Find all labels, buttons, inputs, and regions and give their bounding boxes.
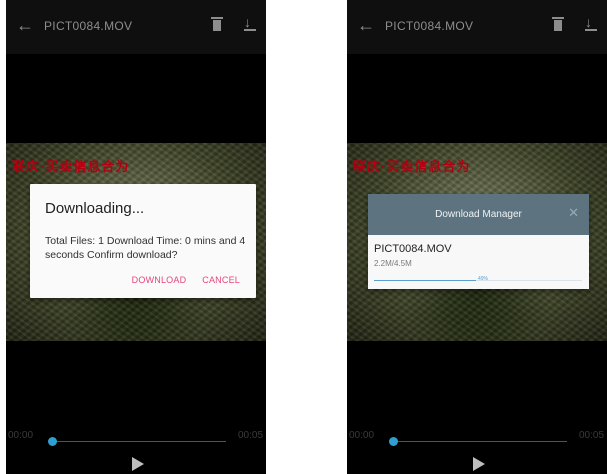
download-manager-header: Download Manager ✕	[368, 194, 589, 235]
play-icon[interactable]	[132, 457, 144, 471]
cancel-button[interactable]: CANCEL	[202, 275, 240, 285]
play-icon[interactable]	[473, 457, 485, 471]
video-overlay-text: 联庆·买卖信息合为	[12, 159, 130, 174]
download-icon[interactable]: ↓	[244, 15, 256, 32]
download-item: PICT0084.MOV 2.2M/4.5M 49%	[368, 235, 589, 289]
dialog-title: Downloading...	[45, 200, 145, 217]
download-icon[interactable]: ↓	[585, 15, 597, 32]
player-controls: 00:00 00:05	[347, 430, 607, 474]
total-time: 00:05	[579, 430, 605, 441]
download-manager-dialog: Download Manager ✕ PICT0084.MOV 2.2M/4.5…	[368, 194, 589, 289]
close-icon[interactable]: ✕	[568, 205, 579, 221]
trash-icon[interactable]	[552, 17, 564, 31]
download-button[interactable]: DOWNLOAD	[132, 275, 187, 285]
back-arrow-icon[interactable]: ←	[357, 16, 375, 34]
file-title: PICT0084.MOV	[44, 19, 133, 33]
download-confirm-dialog: Downloading... Total Files: 1 Download T…	[30, 184, 256, 298]
trash-icon[interactable]	[211, 17, 223, 31]
top-app-bar: ← PICT0084.MOV ↓	[6, 0, 266, 54]
seek-track[interactable]	[50, 441, 226, 442]
video-overlay-text: 联庆·买卖信息合为	[353, 159, 471, 174]
file-title: PICT0084.MOV	[385, 19, 474, 33]
current-time: 00:00	[8, 430, 34, 441]
seek-track[interactable]	[391, 441, 567, 442]
download-file-name: PICT0084.MOV	[374, 243, 452, 255]
top-app-bar: ← PICT0084.MOV ↓	[347, 0, 607, 54]
phone-screen-right: ← PICT0084.MOV ↓ 联庆·买卖信息合为 Download Mana…	[347, 0, 607, 474]
download-progress-percent: 49%	[478, 276, 489, 282]
total-time: 00:05	[238, 430, 264, 441]
phone-screen-left: ← PICT0084.MOV ↓ 联庆·买卖信息合为 Downloading..…	[6, 0, 266, 474]
back-arrow-icon[interactable]: ←	[16, 16, 34, 34]
player-controls: 00:00 00:05	[6, 430, 266, 474]
seek-knob[interactable]	[48, 437, 57, 446]
download-progress-fill	[374, 280, 476, 281]
download-manager-title: Download Manager	[435, 209, 522, 220]
dialog-actions: DOWNLOAD CANCEL	[116, 275, 240, 285]
download-file-size: 2.2M/4.5M	[374, 259, 412, 268]
dialog-message: Total Files: 1 Download Time: 0 mins and…	[45, 235, 246, 261]
seek-knob[interactable]	[389, 437, 398, 446]
current-time: 00:00	[349, 430, 375, 441]
